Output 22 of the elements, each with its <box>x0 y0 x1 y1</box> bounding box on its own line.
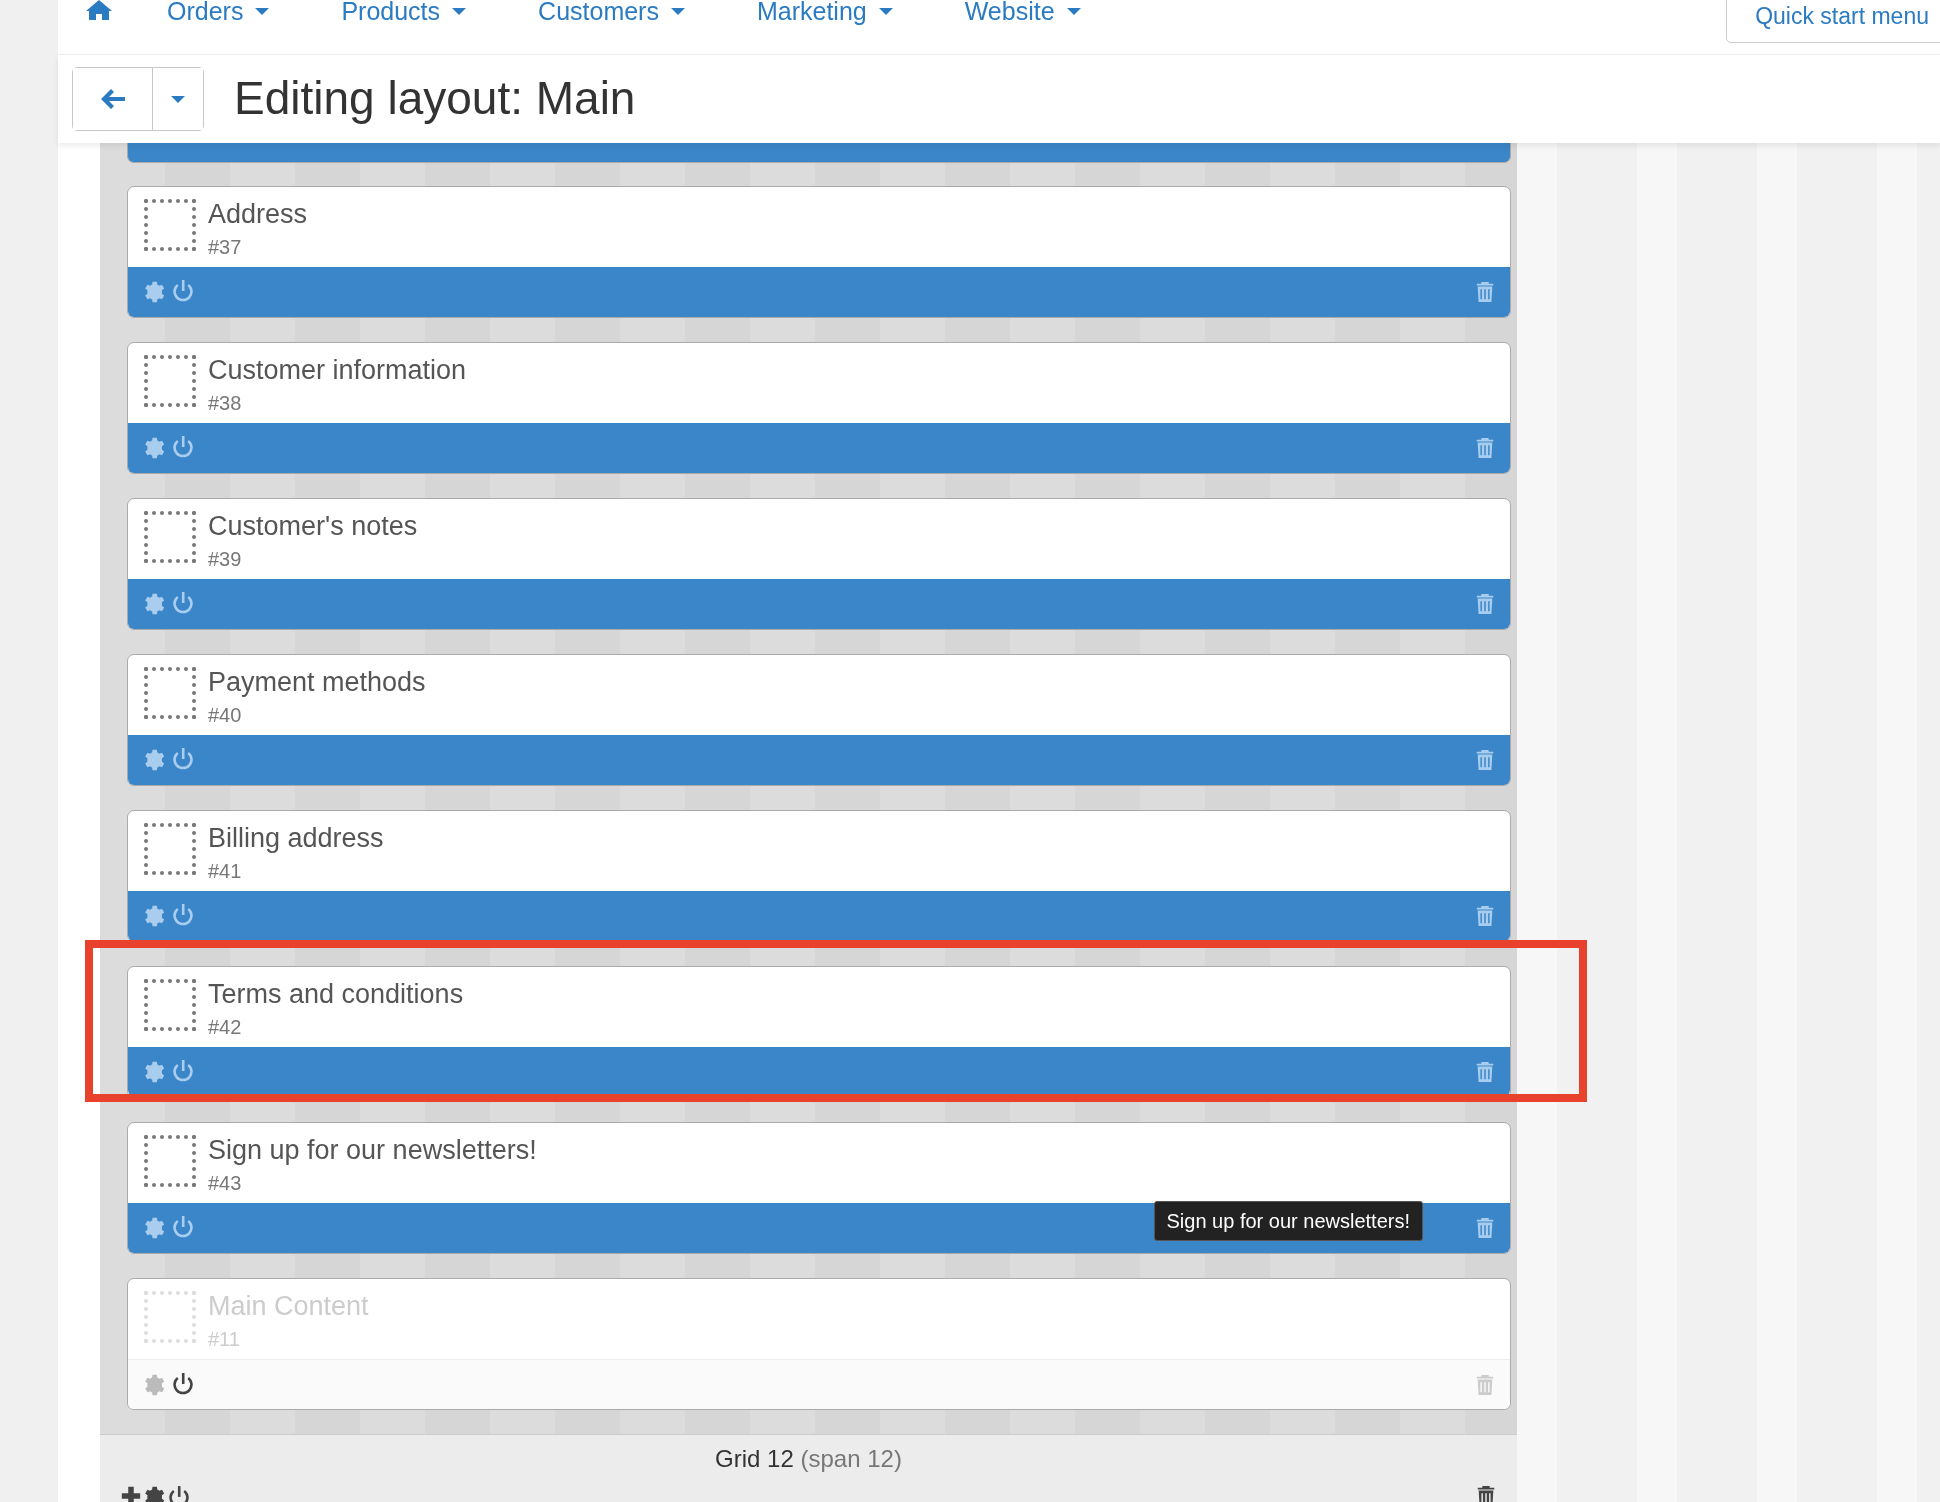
block-id: #37 <box>208 235 243 259</box>
block-id: #40 <box>208 703 243 727</box>
block-id: #43 <box>208 1171 243 1195</box>
page-title: Editing layout: Main <box>234 71 636 127</box>
nav-menu-link[interactable]: Orders <box>167 0 270 22</box>
block-name: Sign up for our newsletters! <box>208 1135 537 1165</box>
block-name: Payment methods <box>208 667 426 697</box>
block-id: #41 <box>208 859 243 883</box>
block-name: Terms and conditions <box>208 979 464 1009</box>
block-name: Customer information <box>208 355 467 385</box>
quick-start-menu-button[interactable]: Quick start menu <box>1726 0 1940 43</box>
nav-menu-link[interactable]: Products <box>341 0 467 22</box>
block-name: Customer's notes <box>208 511 418 541</box>
nav-menu-link[interactable]: Website <box>964 0 1081 22</box>
tooltip: Sign up for our newsletters! <box>1153 1201 1423 1241</box>
block-name: Billing address <box>208 823 384 853</box>
block-id: #39 <box>208 547 243 571</box>
block-name: Address <box>208 199 308 229</box>
block-id: #38 <box>208 391 243 415</box>
block-id: #42 <box>208 1015 243 1039</box>
nav-menu-link[interactable]: Customers <box>538 0 685 22</box>
grid-label: Grid 12 (span 12) <box>714 1444 903 1474</box>
